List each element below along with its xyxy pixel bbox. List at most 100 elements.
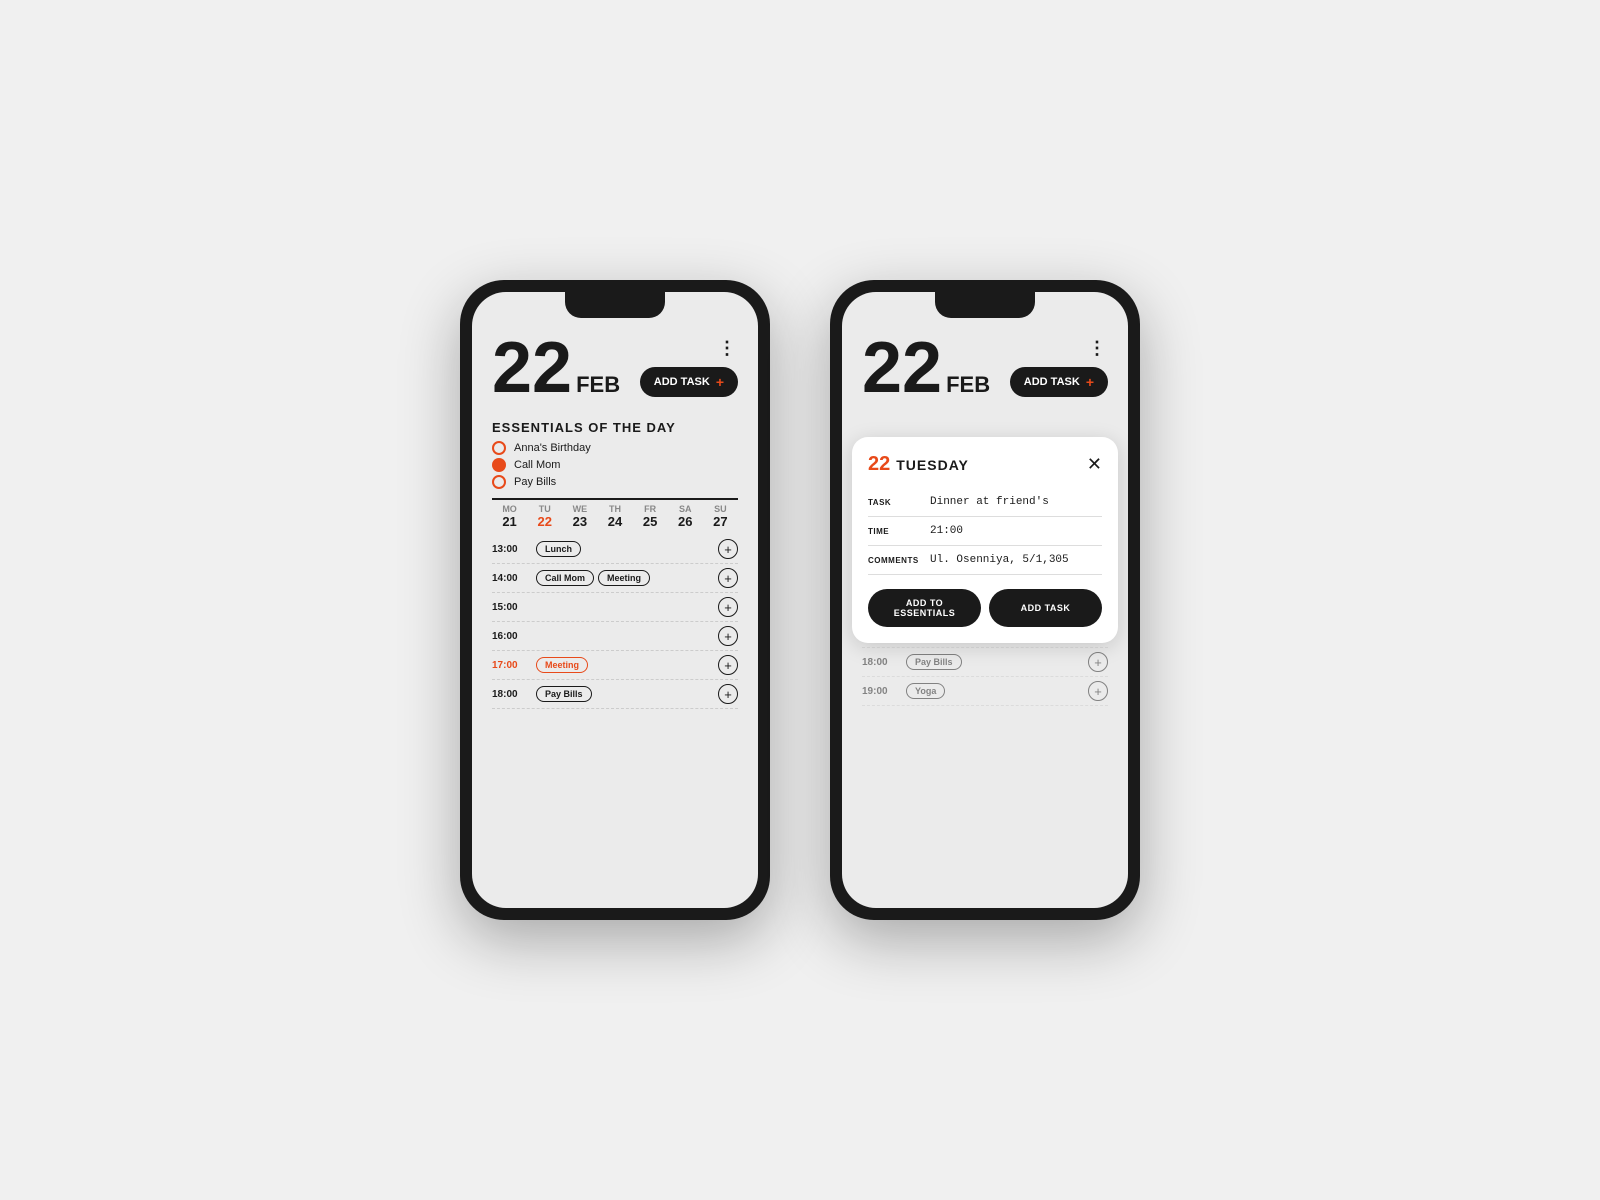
add-to-essentials-button[interactable]: ADD TO ESSENTIALS xyxy=(868,589,981,627)
essentials-title-1: ESSENTIALS OF THE DAY xyxy=(492,420,738,435)
modal-day-name: TUESDAY xyxy=(896,457,969,473)
tag-lunch[interactable]: Lunch xyxy=(536,541,581,557)
week-th[interactable]: TH 24 xyxy=(597,504,632,529)
time-label-1400: 14:00 xyxy=(492,573,528,584)
divider-1 xyxy=(492,498,738,500)
time-label-1500: 15:00 xyxy=(492,602,528,613)
week-label-we: WE xyxy=(573,504,588,514)
time-slot-1500: 15:00 + xyxy=(492,593,738,622)
week-sa[interactable]: SA 26 xyxy=(668,504,703,529)
tags-1800: Pay Bills xyxy=(536,686,710,702)
phone-screen-2: 22 FEB ⋮ ADD TASK + 14:00 xyxy=(842,292,1128,908)
essential-item-1: Call Mom xyxy=(492,458,738,472)
header-1: 22 FEB ⋮ ADD TASK + xyxy=(492,332,738,404)
week-label-su: SU xyxy=(714,504,727,514)
add-p2-1800: + xyxy=(1088,652,1108,672)
phone-notch-1 xyxy=(565,292,665,318)
time-field-label: TIME xyxy=(868,525,920,536)
close-button[interactable]: ✕ xyxy=(1087,454,1102,475)
week-fr[interactable]: FR 25 xyxy=(633,504,668,529)
app-container: 22 FEB ⋮ ADD TASK + ESSENTIALS OF THE DA… xyxy=(420,200,1180,1000)
tag-meeting-1700[interactable]: Meeting xyxy=(536,657,588,673)
dots-menu-2[interactable]: ⋮ xyxy=(1088,338,1108,359)
dots-menu-1[interactable]: ⋮ xyxy=(718,338,738,359)
add-slot-1600[interactable]: + xyxy=(718,626,738,646)
week-num-fr: 25 xyxy=(643,514,657,529)
tags-p2-1800: Pay Bills xyxy=(906,654,1080,670)
date-day-2: 22 xyxy=(862,332,942,404)
plus-icon-1: + xyxy=(716,374,724,390)
tag-p2-paybills: Pay Bills xyxy=(906,654,962,670)
circle-empty-icon-0 xyxy=(492,441,506,455)
time-slot-p2-1800: 18:00 Pay Bills + xyxy=(862,648,1108,677)
essential-item-0: Anna's Birthday xyxy=(492,441,738,455)
time-label-p2-1900: 19:00 xyxy=(862,686,898,697)
week-num-tu: 22 xyxy=(537,514,551,529)
add-task-modal-button[interactable]: ADD TASK xyxy=(989,589,1102,627)
week-tu[interactable]: TU 22 xyxy=(527,504,562,529)
essential-text-1: Call Mom xyxy=(514,459,560,471)
time-slot-1800: 18:00 Pay Bills + xyxy=(492,680,738,709)
plus-icon-2: + xyxy=(1086,374,1094,390)
circle-filled-icon-1 xyxy=(492,458,506,472)
modal-header: 22 TUESDAY ✕ xyxy=(868,453,1102,476)
task-field-value: Dinner at friend's xyxy=(930,496,1049,508)
week-we[interactable]: WE 23 xyxy=(562,504,597,529)
week-num-mo: 21 xyxy=(502,514,516,529)
add-task-button-2[interactable]: ADD TASK + xyxy=(1010,367,1108,397)
comments-field-value: Ul. Osenniya, 5/1,305 xyxy=(930,554,1069,566)
tag-paybills-1800[interactable]: Pay Bills xyxy=(536,686,592,702)
modal-date: 22 TUESDAY xyxy=(868,453,969,476)
comments-field-label: COMMENTS xyxy=(868,554,920,565)
time-label-1800: 18:00 xyxy=(492,689,528,700)
week-mo[interactable]: MO 21 xyxy=(492,504,527,529)
tag-callmom[interactable]: Call Mom xyxy=(536,570,594,586)
task-modal: 22 TUESDAY ✕ TASK Dinner at friend's TIM… xyxy=(852,437,1118,643)
tag-p2-yoga: Yoga xyxy=(906,683,945,699)
essential-text-0: Anna's Birthday xyxy=(514,442,591,454)
modal-day-num: 22 xyxy=(868,453,890,476)
time-label-p2-1800: 18:00 xyxy=(862,657,898,668)
modal-field-time: TIME 21:00 xyxy=(868,517,1102,546)
time-slot-1700: 17:00 Meeting + xyxy=(492,651,738,680)
week-label-fr: FR xyxy=(644,504,656,514)
circle-empty-icon-2 xyxy=(492,475,506,489)
time-label-1600: 16:00 xyxy=(492,631,528,642)
time-slot-p2-1900: 19:00 Yoga + xyxy=(862,677,1108,706)
modal-field-task: TASK Dinner at friend's xyxy=(868,488,1102,517)
time-slots-1: 13:00 Lunch + 14:00 Call Mom Meeting xyxy=(492,535,738,892)
time-field-value: 21:00 xyxy=(930,525,963,537)
time-slot-1400: 14:00 Call Mom Meeting + xyxy=(492,564,738,593)
date-month-2: FEB xyxy=(946,372,990,398)
time-label-1700: 17:00 xyxy=(492,660,528,671)
time-label-1300: 13:00 xyxy=(492,544,528,555)
add-slot-1800[interactable]: + xyxy=(718,684,738,704)
header-right-2: ⋮ ADD TASK + xyxy=(1010,332,1108,397)
date-month-1: FEB xyxy=(576,372,620,398)
header-right-1: ⋮ ADD TASK + xyxy=(640,332,738,397)
time-slot-1600: 16:00 + xyxy=(492,622,738,651)
add-slot-1700[interactable]: + xyxy=(718,655,738,675)
add-p2-1900: + xyxy=(1088,681,1108,701)
tags-1300: Lunch xyxy=(536,541,710,557)
phone-2: 22 FEB ⋮ ADD TASK + 14:00 xyxy=(830,280,1140,920)
add-slot-1300[interactable]: + xyxy=(718,539,738,559)
phone-screen-1: 22 FEB ⋮ ADD TASK + ESSENTIALS OF THE DA… xyxy=(472,292,758,908)
phone-1: 22 FEB ⋮ ADD TASK + ESSENTIALS OF THE DA… xyxy=(460,280,770,920)
date-block-1: 22 FEB xyxy=(492,332,620,404)
essential-text-2: Pay Bills xyxy=(514,476,556,488)
tag-meeting-1400[interactable]: Meeting xyxy=(598,570,650,586)
week-num-we: 23 xyxy=(573,514,587,529)
add-slot-1500[interactable]: + xyxy=(718,597,738,617)
add-task-button-1[interactable]: ADD TASK + xyxy=(640,367,738,397)
tags-p2-1900: Yoga xyxy=(906,683,1080,699)
week-label-mo: MO xyxy=(502,504,517,514)
week-num-sa: 26 xyxy=(678,514,692,529)
week-label-sa: SA xyxy=(679,504,692,514)
add-slot-1400[interactable]: + xyxy=(718,568,738,588)
essentials-list-1: Anna's Birthday Call Mom Pay Bills xyxy=(492,441,738,492)
week-su[interactable]: SU 27 xyxy=(703,504,738,529)
week-num-su: 27 xyxy=(713,514,727,529)
week-num-th: 24 xyxy=(608,514,622,529)
task-field-label: TASK xyxy=(868,496,920,507)
